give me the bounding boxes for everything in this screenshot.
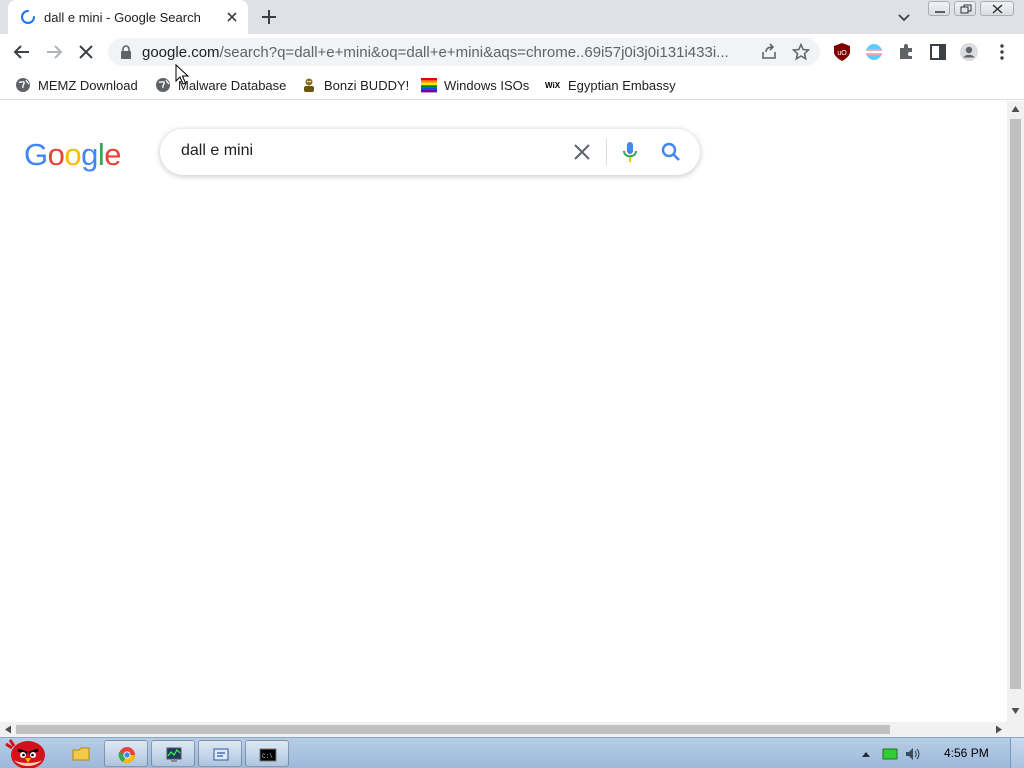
clear-search-icon[interactable] — [572, 142, 592, 162]
trans-flag-extension-icon[interactable] — [864, 42, 884, 62]
search-results-page: Google dall e mini — [0, 101, 1007, 722]
forward-arrow-icon[interactable] — [44, 42, 64, 62]
address-bar[interactable]: google.com/search?q=dall+e+mini&oq=dall+… — [108, 38, 820, 66]
explorer-folder-icon[interactable] — [72, 745, 90, 763]
bonzi-icon — [304, 78, 314, 92]
bookmark-label: MEMZ Download — [38, 78, 138, 93]
volume-speaker-icon[interactable] — [904, 746, 920, 762]
google-logo[interactable]: Google — [24, 137, 122, 173]
url-host: google.com — [142, 44, 220, 61]
back-arrow-icon[interactable] — [12, 42, 32, 62]
taskbar-chrome-button[interactable] — [104, 740, 148, 767]
command-prompt-icon: C:\ — [259, 748, 277, 762]
bookmark-label: Bonzi BUDDY! — [324, 78, 410, 93]
tab-active[interactable]: dall e mini - Google Search — [8, 0, 248, 34]
search-input[interactable]: dall e mini — [181, 142, 253, 160]
restore-button[interactable] — [954, 1, 976, 16]
svg-text:C:\: C:\ — [262, 753, 273, 760]
scroll-left-arrow-icon[interactable] — [4, 725, 12, 734]
new-tab-icon[interactable] — [258, 6, 280, 28]
ublock-origin-icon[interactable]: uO — [832, 42, 852, 62]
url-text[interactable]: google.com/search?q=dall+e+mini&oq=dall+… — [142, 44, 752, 61]
more-menu-icon[interactable] — [992, 42, 1012, 62]
start-button-angry-bird-icon[interactable] — [4, 738, 50, 768]
show-desktop-button[interactable] — [1010, 738, 1024, 768]
tab-search-chevron-icon[interactable] — [896, 9, 912, 25]
profile-avatar-icon[interactable] — [959, 42, 979, 62]
taskbar-command-prompt-button[interactable]: C:\ — [245, 740, 289, 767]
mouse-cursor-icon — [175, 64, 189, 85]
bookmark-star-icon[interactable] — [792, 43, 810, 61]
loading-spinner-icon — [21, 10, 35, 24]
globe-icon — [156, 78, 170, 92]
bookmarks-bar: MEMZ Download Malware Database Bonzi BUD… — [0, 70, 1024, 100]
extensions-puzzle-icon[interactable] — [896, 42, 916, 62]
system-clock[interactable]: 4:56 PM — [944, 746, 989, 760]
task-manager-icon — [166, 747, 182, 762]
close-tab-icon[interactable] — [224, 9, 240, 25]
close-window-button[interactable] — [980, 1, 1014, 16]
minimize-button[interactable] — [928, 1, 950, 16]
wix-icon: WiX — [545, 81, 561, 90]
globe-icon — [16, 78, 30, 92]
search-box-divider — [606, 139, 607, 165]
bookmark-label: Windows ISOs — [444, 78, 530, 93]
vertical-scrollbar[interactable] — [1007, 101, 1024, 722]
lock-icon[interactable] — [120, 44, 132, 60]
windows-taskbar: C:\ 4:56 PM — [0, 737, 1024, 768]
search-icon[interactable] — [660, 141, 682, 163]
chrome-icon — [118, 747, 135, 764]
horizontal-scroll-thumb[interactable] — [16, 725, 890, 734]
taskbar-app-window-button[interactable] — [198, 740, 242, 767]
scroll-up-arrow-icon[interactable] — [1011, 105, 1020, 113]
url-path: /search?q=dall+e+mini&oq=dall+e+mini&aqs… — [219, 44, 729, 61]
search-box[interactable]: dall e mini — [160, 129, 700, 175]
horizontal-scrollbar[interactable] — [0, 722, 1024, 737]
svg-text:WiX: WiX — [545, 81, 561, 90]
stop-loading-icon[interactable] — [76, 42, 96, 62]
bookmark-label: Egyptian Embassy — [568, 78, 676, 93]
show-hidden-icons-arrow-icon[interactable] — [861, 750, 871, 758]
svg-text:uO: uO — [837, 50, 847, 57]
tab-strip: dall e mini - Google Search — [0, 0, 1024, 34]
restore-icon — [960, 4, 972, 14]
window-app-icon — [213, 748, 229, 761]
rainbow-flag-icon — [421, 78, 437, 93]
tab-title: dall e mini - Google Search — [44, 10, 201, 25]
network-status-icon[interactable] — [882, 746, 898, 762]
microphone-icon[interactable] — [620, 141, 640, 163]
side-panel-icon[interactable] — [928, 42, 948, 62]
taskbar-task-manager-button[interactable] — [151, 740, 195, 767]
close-icon — [992, 4, 1003, 14]
minimize-icon — [935, 11, 945, 13]
bookmark-label: Malware Database — [178, 78, 287, 93]
scroll-right-arrow-icon[interactable] — [995, 725, 1003, 734]
share-icon[interactable] — [760, 43, 778, 61]
browser-toolbar: google.com/search?q=dall+e+mini&oq=dall+… — [0, 34, 1024, 70]
vertical-scroll-thumb[interactable] — [1010, 119, 1021, 689]
scroll-down-arrow-icon[interactable] — [1011, 707, 1020, 715]
